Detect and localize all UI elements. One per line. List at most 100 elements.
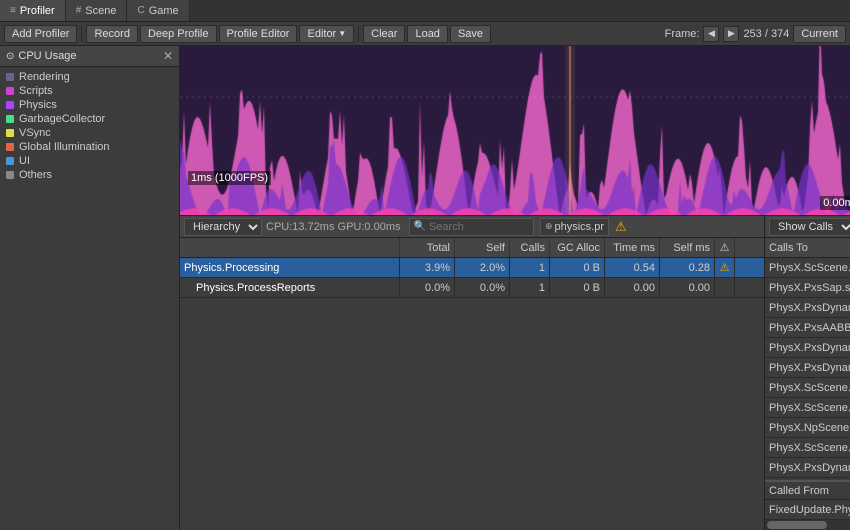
hierarchy-toolbar: Hierarchy CPU:13.72ms GPU:0.00ms 🔍 ⊕ phy…	[180, 216, 764, 238]
filter-warning-icon: ⚠	[615, 219, 627, 235]
th-timems[interactable]: Time ms	[605, 238, 660, 257]
calls-row[interactable]: PhysX.PxsAABBManager.s 2	[765, 318, 850, 338]
legend-item-scripts: Scripts	[6, 85, 173, 97]
physics-label: Physics	[19, 99, 57, 111]
clear-button[interactable]: Clear	[363, 25, 405, 43]
td-gcalloc-0: 0 B	[550, 258, 605, 277]
ui-dot	[6, 157, 14, 165]
current-button[interactable]: Current	[793, 25, 846, 43]
others-dot	[6, 171, 14, 179]
editor-dropdown-icon: ▼	[338, 29, 346, 38]
legend-list: Rendering Scripts Physics GarbageCollect…	[0, 67, 179, 185]
td-selfms-1: 0.00	[660, 278, 715, 297]
td-name-1: Physics.ProcessReports	[180, 278, 400, 297]
rendering-label: Rendering	[19, 71, 70, 83]
cpu-icon: ⊙	[6, 51, 14, 62]
table-row[interactable]: Physics.Processing 3.9% 2.0% 1 0 B 0.54 …	[180, 258, 764, 278]
calls-body: PhysX.ScScene.postBroac 1 PhysX.PxsSap.s…	[765, 258, 850, 480]
hierarchy-mode-select[interactable]: Hierarchy	[184, 218, 262, 236]
scripts-label: Scripts	[19, 85, 53, 97]
add-profiler-button[interactable]: Add Profiler	[4, 25, 77, 43]
called-from-row[interactable]: FixedUpdate.PhysicsFixed 1 0.	[765, 500, 850, 520]
calls-mode-select[interactable]: Show Calls	[769, 218, 850, 236]
calls-row[interactable]: PhysX.PxsSap.sapPostUpc 2	[765, 278, 850, 298]
profile-editor-button[interactable]: Profile Editor	[219, 25, 298, 43]
legend-item-rendering: Rendering	[6, 71, 173, 83]
cpu-usage-label: CPU Usage	[18, 50, 76, 62]
search-icon: 🔍	[414, 221, 426, 232]
gc-label: GarbageCollector	[19, 113, 105, 125]
th-self[interactable]: Self	[455, 238, 510, 257]
td-warn-1	[715, 278, 735, 297]
frame-section: Frame: ◀ ▶ 253 / 374 Current	[665, 25, 846, 43]
calls-row[interactable]: PhysX.ScScene.postBroac 1	[765, 258, 850, 278]
toolbar: Add Profiler Record Deep Profile Profile…	[0, 22, 850, 46]
calls-row[interactable]: PhysX.ScScene.postCCDF 1	[765, 438, 850, 458]
calls-row[interactable]: PhysX.ScScene.updateDy 1	[765, 378, 850, 398]
cth-called-from: Called From	[765, 482, 850, 499]
tab-profiler[interactable]: ≡ Profiler	[0, 0, 66, 21]
th-total[interactable]: Total	[400, 238, 455, 257]
legend-item-physics: Physics	[6, 99, 173, 111]
ctd-name-2: PhysX.PxsDynamics.solve	[765, 298, 850, 317]
tab-game[interactable]: C Game	[127, 0, 189, 21]
calls-row[interactable]: PhysX.PxsDynamics.solve 1	[765, 338, 850, 358]
calls-row[interactable]: PhysX.PxsDynamics.solve 1	[765, 358, 850, 378]
table-row[interactable]: Physics.ProcessReports 0.0% 0.0% 1 0 B 0…	[180, 278, 764, 298]
td-gcalloc-1: 0 B	[550, 278, 605, 297]
load-button[interactable]: Load	[407, 25, 447, 43]
frame-display: 253 / 374	[743, 28, 789, 40]
h-scrollbar-thumb[interactable]	[767, 521, 827, 529]
scripts-dot	[6, 87, 14, 95]
save-button[interactable]: Save	[450, 25, 491, 43]
deep-profile-button[interactable]: Deep Profile	[140, 25, 217, 43]
calls-row[interactable]: PhysX.ScScene.ccdBroadf 1	[765, 398, 850, 418]
search-container: 🔍	[409, 218, 534, 236]
ctd-name-0: PhysX.ScScene.postBroac	[765, 258, 850, 277]
ctd-name-5: PhysX.PxsDynamics.solve	[765, 358, 850, 377]
bottom-split: Hierarchy CPU:13.72ms GPU:0.00ms 🔍 ⊕ phy…	[180, 216, 850, 530]
vsync-dot	[6, 129, 14, 137]
chart-area: Selected: Physics.Processing 1ms (1000FP…	[180, 46, 850, 530]
editor-button[interactable]: Editor ▼	[299, 25, 354, 43]
toolbar-sep2	[358, 26, 359, 42]
td-self-1: 0.0%	[455, 278, 510, 297]
calls-toolbar: Show Calls Physics.Processing - Total ti…	[765, 216, 850, 238]
h-scrollbar[interactable]	[765, 520, 850, 530]
calls-row[interactable]: PhysX.NpScene.completio 1	[765, 418, 850, 438]
close-button[interactable]: ✕	[163, 49, 173, 63]
tab-scene[interactable]: # Scene	[66, 0, 128, 21]
record-button[interactable]: Record	[86, 25, 137, 43]
frame-prev-button[interactable]: ◀	[703, 26, 719, 42]
ctd-name-1: PhysX.PxsSap.sapPostUpc	[765, 278, 850, 297]
filter-file-icon: ⊕	[545, 221, 553, 232]
called-from-header: Called From Calls Time	[765, 480, 850, 500]
game-tab-label: Game	[149, 5, 179, 17]
legend-item-ui: UI	[6, 155, 173, 167]
td-timems-1: 0.00	[605, 278, 660, 297]
th-warn: ⚠	[715, 238, 735, 257]
profiler-tab-label: Profiler	[20, 5, 55, 17]
legend-item-gi: Global Illumination	[6, 141, 173, 153]
search-input[interactable]	[429, 221, 529, 233]
ctd-name-7: PhysX.ScScene.ccdBroadf	[765, 398, 850, 417]
calls-row[interactable]: PhysX.PxsDynamics.solve 1	[765, 458, 850, 478]
ctd-name-4: PhysX.PxsDynamics.solve	[765, 338, 850, 357]
calls-row[interactable]: PhysX.PxsDynamics.solve 1	[765, 298, 850, 318]
td-calls-1: 1	[510, 278, 550, 297]
td-total-1: 0.0%	[400, 278, 455, 297]
th-gcalloc[interactable]: GC Alloc	[550, 238, 605, 257]
timeline-container[interactable]: Selected: Physics.Processing 1ms (1000FP…	[180, 46, 850, 216]
others-label: Others	[19, 169, 52, 181]
frame-next-button[interactable]: ▶	[723, 26, 739, 42]
rendering-dot	[6, 73, 14, 81]
profiler-tab-icon: ≡	[10, 5, 16, 16]
th-calls[interactable]: Calls	[510, 238, 550, 257]
th-selfms[interactable]: Self ms	[660, 238, 715, 257]
cpu-stats: CPU:13.72ms GPU:0.00ms	[266, 221, 401, 233]
game-tab-icon: C	[137, 5, 144, 16]
gc-dot	[6, 115, 14, 123]
table-body: Physics.Processing 3.9% 2.0% 1 0 B 0.54 …	[180, 258, 764, 530]
cth-name: Calls To	[765, 238, 850, 257]
ui-label: UI	[19, 155, 30, 167]
